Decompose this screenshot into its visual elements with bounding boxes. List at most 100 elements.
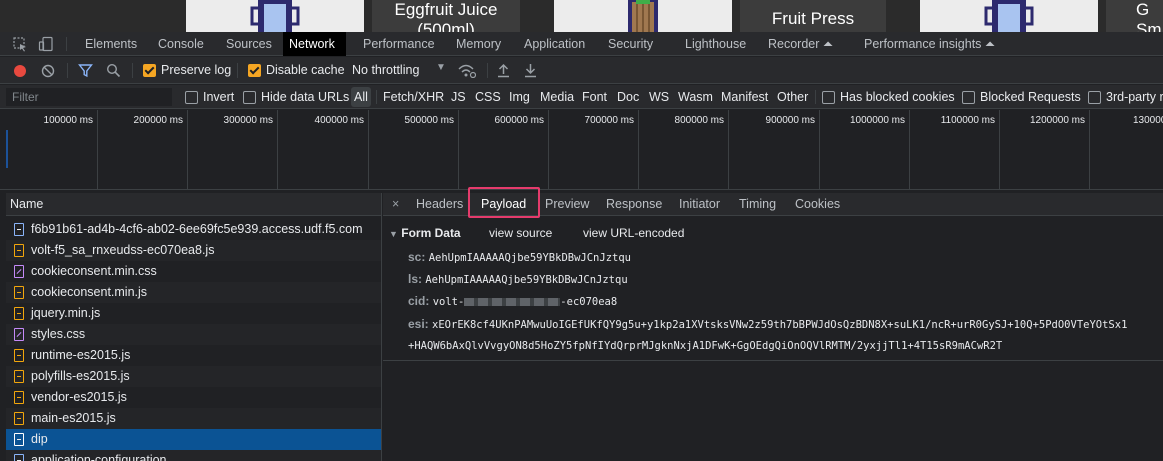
blocked-requests-checkbox[interactable]	[962, 91, 975, 104]
product-card-title[interactable]: G Sm	[1106, 0, 1163, 32]
tab-elements[interactable]: Elements	[79, 32, 143, 56]
tab-lighthouse[interactable]: Lighthouse	[679, 32, 752, 56]
tab-timing[interactable]: Timing	[739, 193, 776, 216]
hide-data-urls-checkbox[interactable]	[243, 91, 256, 104]
stylesheet-file-icon	[14, 328, 24, 341]
type-filter-doc[interactable]: Doc	[614, 87, 642, 107]
separator	[66, 37, 67, 51]
request-row[interactable]: runtime-es2015.js	[6, 345, 381, 366]
product-card-title[interactable]: Eggfruit Juice (500ml)	[372, 0, 520, 32]
detail-tab-bar: × Headers Payload Preview Response Initi…	[383, 187, 1163, 218]
request-row[interactable]: main-es2015.js	[6, 408, 381, 429]
tab-recorder[interactable]: Recorder ⏶	[762, 32, 839, 56]
type-filter-wasm[interactable]: Wasm	[675, 87, 716, 107]
view-url-encoded-link[interactable]: view URL-encoded	[583, 226, 684, 240]
type-filter-fetch-xhr[interactable]: Fetch/XHR	[380, 87, 447, 107]
request-name: volt-f5_sa_rnxeudss-ec070ea8.js	[31, 243, 215, 257]
request-row[interactable]: jquery.min.js	[6, 303, 381, 324]
type-filter-media[interactable]: Media	[537, 87, 577, 107]
chevron-down-icon: ▼	[389, 229, 398, 239]
clear-icon[interactable]	[41, 64, 55, 78]
separator	[376, 90, 377, 104]
field-value-prefix: volt-	[432, 296, 465, 308]
hide-data-urls-label: Hide data URLs	[261, 90, 350, 104]
network-conditions-icon[interactable]	[458, 63, 476, 78]
type-filter-manifest[interactable]: Manifest	[718, 87, 771, 107]
tab-network[interactable]: Network	[283, 32, 346, 56]
type-filter-other[interactable]: Other	[774, 87, 811, 107]
type-filter-js[interactable]: JS	[448, 87, 469, 107]
separator	[132, 63, 133, 78]
redacted-value	[464, 297, 561, 306]
export-har-icon[interactable]	[524, 63, 537, 78]
request-row[interactable]: f6b91b61-ad4b-4cf6-ab02-6ee69fc5e939.acc…	[6, 219, 381, 240]
request-row[interactable]: cookieconsent.min.css	[6, 261, 381, 282]
import-har-icon[interactable]	[497, 63, 510, 78]
search-icon[interactable]	[106, 63, 121, 78]
tab-cookies[interactable]: Cookies	[795, 193, 840, 216]
tab-preview[interactable]: Preview	[545, 193, 589, 216]
tab-initiator[interactable]: Initiator	[679, 193, 720, 216]
disable-cache-checkbox[interactable]	[248, 64, 261, 77]
request-row[interactable]: dip	[6, 429, 381, 450]
type-filter-font[interactable]: Font	[579, 87, 610, 107]
type-filter-all[interactable]: All	[351, 87, 371, 107]
tab-performance-insights[interactable]: Performance insights ⏶	[858, 32, 1001, 56]
request-row[interactable]: application-configuration	[6, 450, 381, 461]
tab-application[interactable]: Application	[518, 32, 591, 56]
tab-memory[interactable]: Memory	[450, 32, 507, 56]
column-header-name[interactable]: Name	[6, 193, 381, 216]
separator	[815, 90, 816, 104]
tab-headers[interactable]: Headers	[416, 193, 463, 216]
throttling-select[interactable]: No throttling ▼	[352, 57, 448, 84]
tab-security[interactable]: Security	[602, 32, 659, 56]
type-filter-ws[interactable]: WS	[646, 87, 672, 107]
product-card-image[interactable]	[920, 0, 1098, 32]
form-data-section-header[interactable]: ▼ Form Data	[389, 226, 461, 240]
filter-bar: Invert Hide data URLs All Fetch/XHR JS C…	[0, 85, 1163, 109]
product-title: Eggfruit Juice (500ml)	[394, 0, 498, 32]
timeline-tick-label: 900000 ms	[765, 115, 815, 126]
product-card-title[interactable]: Fruit Press	[740, 0, 886, 32]
tab-sources[interactable]: Sources	[220, 32, 278, 56]
inspect-element-icon[interactable]	[12, 36, 28, 52]
filter-icon[interactable]	[78, 63, 93, 78]
view-source-link[interactable]: view source	[489, 226, 552, 240]
juice-cup-image	[250, 0, 300, 32]
product-card-image[interactable]	[554, 0, 732, 32]
payload-tab-highlight	[468, 187, 540, 218]
request-row[interactable]: volt-f5_sa_rnxeudss-ec070ea8.js	[6, 240, 381, 261]
timeline-gridline	[999, 110, 1000, 190]
tab-console[interactable]: Console	[152, 32, 210, 56]
tab-response[interactable]: Response	[606, 193, 662, 216]
filter-input[interactable]	[6, 88, 172, 106]
request-row[interactable]: polyfills-es2015.js	[6, 366, 381, 387]
request-row[interactable]: styles.css	[6, 324, 381, 345]
request-row[interactable]: vendor-es2015.js	[6, 387, 381, 408]
tab-performance[interactable]: Performance	[357, 32, 441, 56]
preserve-log-checkbox[interactable]	[143, 64, 156, 77]
close-icon[interactable]: ×	[392, 193, 399, 216]
request-name: styles.css	[31, 327, 86, 341]
has-blocked-cookies-checkbox[interactable]	[822, 91, 835, 104]
product-card-image[interactable]	[186, 0, 364, 32]
type-filter-img[interactable]: Img	[506, 87, 533, 107]
request-row[interactable]: cookieconsent.min.js	[6, 282, 381, 303]
invert-checkbox[interactable]	[185, 91, 198, 104]
request-name: vendor-es2015.js	[31, 390, 127, 404]
request-name: f6b91b61-ad4b-4cf6-ab02-6ee69fc5e939.acc…	[31, 222, 363, 236]
preserve-log-label: Preserve log	[161, 63, 232, 77]
document-file-icon	[14, 433, 24, 446]
timeline-gridline	[728, 110, 729, 190]
request-bar	[6, 130, 8, 168]
network-overview-timeline[interactable]: 100000 ms 200000 ms 300000 ms 400000 ms 5000…	[0, 110, 1163, 190]
timeline-tick-label: 200000 ms	[133, 115, 183, 126]
page-content-strip: Eggfruit Juice (500ml) Fruit Press G Sm	[0, 0, 1163, 32]
separator	[67, 63, 68, 78]
third-party-checkbox[interactable]	[1088, 91, 1101, 104]
record-icon[interactable]	[13, 64, 27, 78]
timeline-tick-label: 600000 ms	[494, 115, 544, 126]
type-filter-css[interactable]: CSS	[472, 87, 504, 107]
device-toolbar-icon[interactable]	[38, 36, 54, 52]
timeline-tick-label: 700000 ms	[584, 115, 634, 126]
